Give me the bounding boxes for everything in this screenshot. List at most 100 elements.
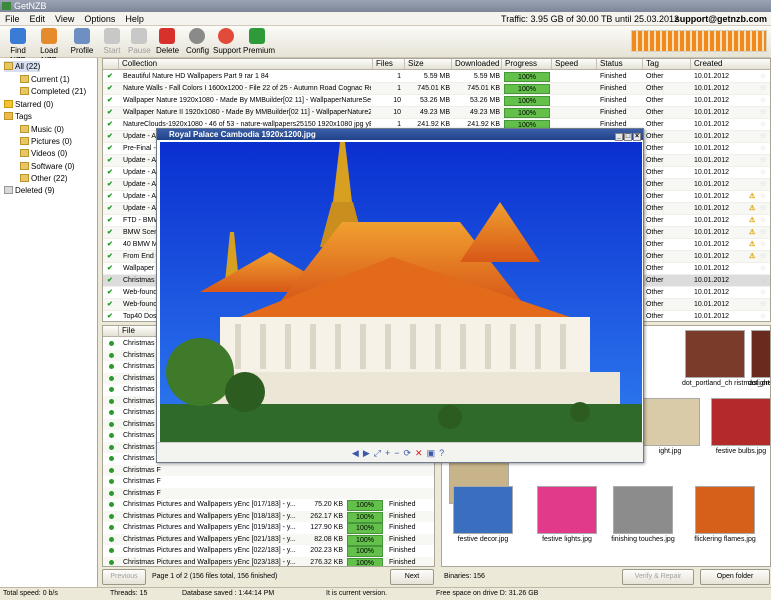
star-icon[interactable]: ☆ bbox=[760, 311, 770, 321]
sidebar-item-all[interactable]: All (22) bbox=[4, 61, 41, 72]
column-header-check[interactable] bbox=[103, 59, 119, 70]
star-icon[interactable]: ☆ bbox=[760, 275, 770, 287]
column-header-progress[interactable]: Progress bbox=[502, 59, 552, 70]
profile-button[interactable]: Profile bbox=[70, 28, 94, 56]
thumbnail[interactable]: flickering flames.jpg bbox=[692, 486, 758, 550]
created-date: 10.01.2012 bbox=[694, 193, 730, 200]
table-row[interactable]: ✔ Nature Walls - Fall Colors I 1600x1200 … bbox=[103, 83, 770, 95]
menu-help[interactable]: Help bbox=[120, 12, 149, 26]
star-icon[interactable]: ☆ bbox=[760, 179, 770, 191]
star-icon[interactable]: ☆ bbox=[760, 95, 770, 107]
file-row[interactable]: Christmas F bbox=[103, 476, 434, 487]
file-row[interactable]: Christmas F bbox=[103, 487, 434, 499]
maximize-icon[interactable]: □ bbox=[624, 133, 632, 141]
column-header-check[interactable] bbox=[103, 326, 119, 337]
thumbnail[interactable]: festive lights.jpg bbox=[534, 486, 600, 550]
column-header-speed[interactable]: Speed bbox=[552, 59, 597, 70]
thumbnail[interactable]: finishing touches.jpg bbox=[610, 486, 676, 550]
config-button[interactable]: Config bbox=[186, 28, 210, 56]
sidebar-item-pictures[interactable]: Pictures (0) bbox=[20, 136, 72, 147]
star-icon[interactable]: ☆ bbox=[760, 239, 770, 251]
rotate-icon[interactable]: ⟳ bbox=[403, 448, 415, 458]
start-button[interactable]: Start bbox=[102, 28, 122, 56]
image-viewer-window[interactable]: Royal Palace Cambodia 1920x1200.jpg _ □ × bbox=[156, 128, 644, 463]
save-icon[interactable]: ▣ bbox=[427, 448, 440, 458]
next-image-icon[interactable]: ▶ bbox=[363, 448, 374, 458]
verify-repair-button[interactable]: Verify & Repair bbox=[622, 569, 694, 585]
premium-button[interactable]: Premium bbox=[243, 28, 275, 56]
column-header-files[interactable]: Files bbox=[373, 59, 405, 70]
star-icon[interactable]: ☆ bbox=[760, 167, 770, 179]
table-row[interactable]: ✔ Wallpaper Nature II 1920x1080 - Made By… bbox=[103, 107, 770, 119]
file-row[interactable]: Christmas Pictures and Wallpapers yEnc [… bbox=[103, 533, 434, 546]
menu-edit[interactable]: Edit bbox=[25, 12, 51, 26]
status-dot-icon bbox=[109, 410, 114, 415]
star-icon[interactable]: ☆ bbox=[760, 191, 770, 203]
delete-button[interactable]: Delete bbox=[156, 28, 179, 56]
file-row[interactable]: Christmas Pictures and Wallpapers yEnc [… bbox=[103, 522, 434, 534]
star-icon[interactable]: ☆ bbox=[760, 71, 770, 83]
thumbnail[interactable]: festive decor.jpg bbox=[450, 486, 516, 550]
star-icon[interactable]: ☆ bbox=[760, 155, 770, 167]
star-icon[interactable]: ☆ bbox=[760, 107, 770, 119]
support-email-link[interactable]: support@getnzb.com bbox=[675, 12, 767, 26]
support-button[interactable]: Support bbox=[213, 28, 241, 56]
sidebar-item-music[interactable]: Music (0) bbox=[20, 124, 64, 135]
minimize-icon[interactable]: _ bbox=[615, 133, 623, 141]
config-label: Config bbox=[186, 46, 210, 55]
tag-text: Other bbox=[646, 313, 664, 320]
created-date: 10.01.2012 bbox=[694, 181, 730, 188]
prev-image-icon[interactable]: ◀ bbox=[352, 448, 363, 458]
file-row[interactable]: Christmas Pictures and Wallpapers yEnc [… bbox=[103, 499, 434, 511]
thumbnail[interactable]: festive bulbs.jpg bbox=[708, 398, 770, 462]
column-header-collection[interactable]: Collection bbox=[119, 59, 373, 70]
sidebar-item-deleted[interactable]: Deleted (9) bbox=[4, 185, 55, 196]
file-row[interactable]: Christmas Pictures and Wallpapers yEnc [… bbox=[103, 556, 434, 566]
pause-button[interactable]: Pause bbox=[128, 28, 151, 56]
sidebar-item-current[interactable]: Current (1) bbox=[20, 74, 70, 85]
open-folder-button[interactable]: Open folder bbox=[700, 569, 770, 585]
menu-view[interactable]: View bbox=[50, 12, 79, 26]
sidebar-item-starred[interactable]: Starred (0) bbox=[4, 99, 53, 110]
column-header-tag[interactable]: Tag bbox=[643, 59, 691, 70]
star-icon[interactable]: ☆ bbox=[760, 227, 770, 239]
star-icon[interactable]: ☆ bbox=[760, 203, 770, 215]
column-header-status[interactable]: Status bbox=[597, 59, 643, 70]
next-button[interactable]: Next bbox=[390, 569, 434, 585]
menu-file[interactable]: File bbox=[0, 12, 25, 26]
menu-options[interactable]: Options bbox=[79, 12, 120, 26]
sidebar-item-tags[interactable]: Tags bbox=[4, 111, 32, 122]
file-row[interactable]: Christmas Pictures and Wallpapers yEnc [… bbox=[103, 545, 434, 557]
table-row[interactable]: ✔ Beautiful Nature HD Wallpapers Part 9 r… bbox=[103, 71, 770, 83]
star-icon[interactable]: ☆ bbox=[760, 215, 770, 227]
star-icon[interactable]: ☆ bbox=[760, 251, 770, 263]
column-header-downloaded[interactable]: Downloaded bbox=[452, 59, 502, 70]
created-date: 10.01.2012 bbox=[694, 253, 730, 260]
star-icon[interactable]: ☆ bbox=[760, 299, 770, 311]
star-icon[interactable]: ☆ bbox=[760, 143, 770, 155]
viewer-titlebar[interactable]: Royal Palace Cambodia 1920x1200.jpg _ □ × bbox=[157, 129, 643, 141]
file-row[interactable]: Christmas F bbox=[103, 464, 434, 476]
thumbnail[interactable]: dot_portland_ch ristmaslights(7).jpg bbox=[682, 330, 770, 394]
column-header-size[interactable]: Size bbox=[405, 59, 452, 70]
star-icon[interactable]: ☆ bbox=[760, 287, 770, 299]
sidebar-item-software[interactable]: Software (0) bbox=[20, 161, 75, 172]
help-icon[interactable]: ? bbox=[439, 448, 448, 458]
table-row[interactable]: ✔ Wallpaper Nature 1920x1080 - Made By MM… bbox=[103, 95, 770, 107]
sidebar-item-other[interactable]: Other (22) bbox=[20, 173, 67, 184]
thumbnail[interactable]: dot_oregonportland_ch ristmaslights(9).j… bbox=[748, 330, 770, 394]
previous-button[interactable]: Previous bbox=[102, 569, 146, 585]
sidebar-item-completed[interactable]: Completed (21) bbox=[20, 86, 86, 97]
file-row[interactable]: Christmas Pictures and Wallpapers yEnc [… bbox=[103, 510, 434, 523]
column-header-created[interactable]: Created bbox=[691, 59, 770, 70]
fit-icon[interactable]: ⤢ bbox=[374, 448, 385, 458]
sidebar-item-videos[interactable]: Videos (0) bbox=[20, 148, 67, 159]
star-icon[interactable]: ☆ bbox=[760, 83, 770, 95]
zoom-in-icon[interactable]: + bbox=[385, 448, 394, 458]
star-icon[interactable]: ☆ bbox=[760, 131, 770, 143]
thumbnail[interactable]: ight.jpg bbox=[637, 398, 703, 462]
star-icon[interactable]: ☆ bbox=[760, 119, 770, 131]
star-icon[interactable]: ☆ bbox=[760, 263, 770, 275]
delete-image-icon[interactable]: ✕ bbox=[415, 448, 427, 458]
close-icon[interactable]: × bbox=[633, 133, 641, 141]
